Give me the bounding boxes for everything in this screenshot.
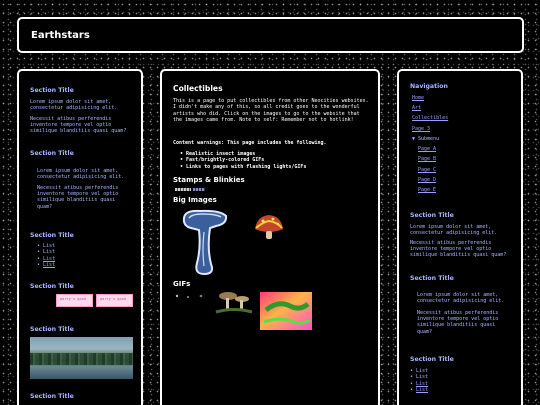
blinkie-stamp[interactable] xyxy=(175,188,191,191)
nav-link-page-d[interactable]: Page D xyxy=(418,177,436,183)
warning-list: Realistic insect images Fast/brightly-co… xyxy=(180,151,306,170)
section-text: Lorem ipsum dolor sit amet, consectetur … xyxy=(410,224,498,237)
section-text: Lorem ipsum dolor sit amet, consectetur … xyxy=(417,292,505,305)
list-link[interactable]: List xyxy=(410,387,428,393)
button-badge[interactable]: garry's good xyxy=(96,294,133,307)
right-sidebar: Navigation Home Art Collectibles Page 3 … xyxy=(397,69,523,405)
section-list: List List List List xyxy=(37,243,55,268)
badge-text: garry's good xyxy=(60,297,86,301)
intro-text: This is a page to put collectibles from … xyxy=(173,98,369,124)
badge-text: garry's good xyxy=(100,297,126,301)
nav-link-page-a[interactable]: Page A xyxy=(418,146,436,152)
landscape-image xyxy=(30,337,133,379)
stamps-heading: Stamps & Blinkies xyxy=(173,176,245,184)
big-images-heading: Big Images xyxy=(173,196,217,204)
tree-line xyxy=(30,353,133,365)
nav-link-art[interactable]: Art xyxy=(412,105,421,111)
nav-link-page-b[interactable]: Page B xyxy=(418,156,436,162)
toadstool-image[interactable] xyxy=(253,213,285,241)
section-title: Section Title xyxy=(30,283,74,290)
list-link[interactable]: List xyxy=(37,262,55,268)
section-title: Section Title xyxy=(30,87,74,94)
site-title: Earthstars xyxy=(31,30,90,41)
warning-intro: Content warnings: This page includes the… xyxy=(173,140,327,146)
left-sidebar: Section Title Lorem ipsum dolor sit amet… xyxy=(17,69,143,405)
section-title: Section Title xyxy=(30,150,74,157)
nav-link-page-e[interactable]: Page E xyxy=(418,187,436,193)
section-text: Lorem ipsum dolor sit amet, consectetur … xyxy=(37,168,125,181)
button-badge[interactable]: garry's good xyxy=(56,294,93,307)
section-title: Section Title xyxy=(30,232,74,239)
section-title: Section Title xyxy=(410,275,454,282)
section-title: Section Title xyxy=(30,393,74,400)
header-box: Earthstars xyxy=(17,17,524,53)
sparkle-gifs[interactable] xyxy=(175,293,215,301)
mushroom-image[interactable] xyxy=(180,208,230,278)
section-title: Section Title xyxy=(30,326,74,333)
page-title: Collectibles xyxy=(173,84,223,93)
nav-link-page3[interactable]: Page 3 xyxy=(412,126,430,132)
main-content: Collectibles This is a page to put colle… xyxy=(160,69,380,405)
psychedelic-gif[interactable] xyxy=(260,292,312,330)
nav-title: Navigation xyxy=(410,83,448,90)
gifs-heading: GIFs xyxy=(173,280,191,288)
section-title: Section Title xyxy=(410,212,454,219)
blinkie-stamp[interactable] xyxy=(193,188,205,191)
section-text: Necessit atibus perferendis inventore te… xyxy=(37,185,119,210)
section-title: Section Title xyxy=(410,356,454,363)
warning-item: Links to pages with flashing lights/GIFs xyxy=(180,164,306,170)
section-text: Lorem ipsum dolor sit amet, consectetur … xyxy=(30,99,118,112)
section-list: List List List List xyxy=(410,368,428,393)
nav-link-page-c[interactable]: Page C xyxy=(418,167,436,173)
nav-link-home[interactable]: Home xyxy=(412,95,424,101)
section-text: Necessit atibus perferendis inventore te… xyxy=(30,116,127,135)
mushroom-cluster-gif[interactable] xyxy=(214,290,254,314)
section-text: Necessit atibus perferendis inventore te… xyxy=(410,240,507,259)
section-text: Necessit atibus perferendis inventore te… xyxy=(417,310,499,335)
nav-link-collectibles[interactable]: Collectibles xyxy=(412,115,448,121)
submenu-toggle[interactable]: ▼ Submenu xyxy=(412,136,439,142)
